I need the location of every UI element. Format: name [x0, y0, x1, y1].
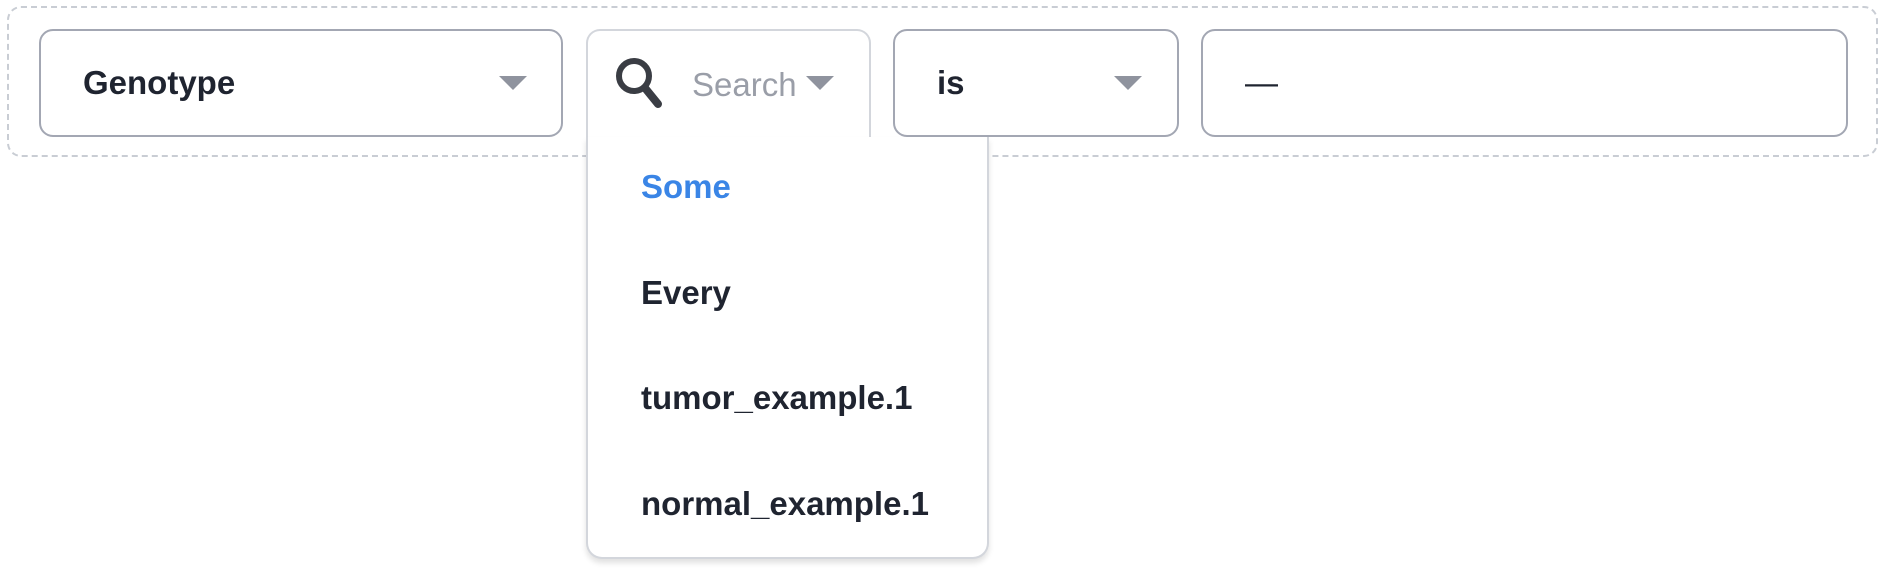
- operator-select-value: is: [937, 64, 965, 101]
- search-placeholder[interactable]: Search: [692, 66, 798, 104]
- operator-select[interactable]: is: [893, 29, 1179, 137]
- dropdown-option-tumor-example[interactable]: tumor_example.1: [641, 379, 912, 417]
- value-input-text: —: [1245, 64, 1278, 101]
- field-select[interactable]: Genotype: [39, 29, 563, 137]
- caret-down-icon: [1114, 76, 1142, 90]
- dropdown-option-every[interactable]: Every: [641, 274, 731, 312]
- caret-down-icon: [499, 76, 527, 90]
- search-icon: [616, 58, 662, 108]
- dropdown-option-some[interactable]: Some: [641, 168, 731, 206]
- field-select-value: Genotype: [83, 64, 236, 101]
- caret-down-icon: [806, 76, 834, 90]
- value-input[interactable]: —: [1201, 29, 1848, 137]
- dropdown-option-normal-example[interactable]: normal_example.1: [641, 485, 929, 523]
- quantifier-dropdown-menu: Some Every tumor_example.1 normal_exampl…: [586, 137, 989, 559]
- quantifier-search-select[interactable]: Search: [586, 29, 871, 139]
